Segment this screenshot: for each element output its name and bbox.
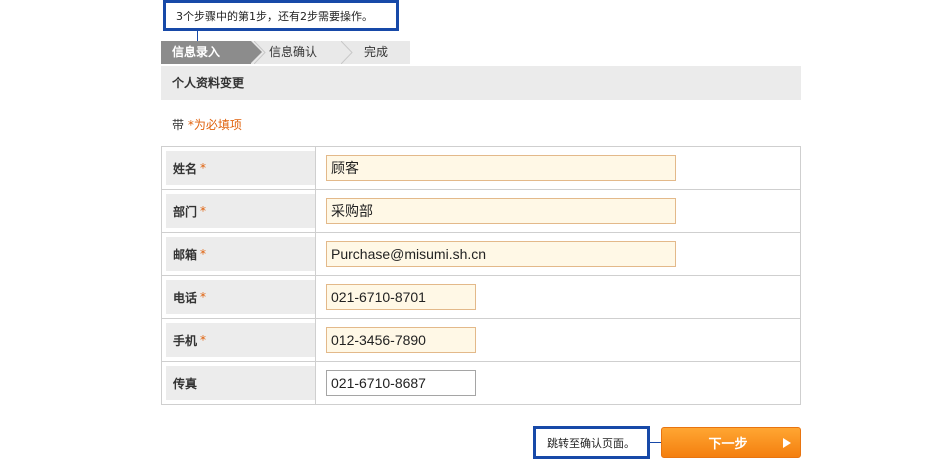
required-note-prefix: 带 (172, 118, 188, 132)
required-star: * (200, 247, 207, 261)
form-row-fax: 传真 021-6710-8687 (162, 361, 800, 404)
section-title: 个人资料变更 (161, 66, 801, 100)
step-complete: 完成 (364, 45, 389, 59)
required-star: * (200, 333, 207, 347)
form-row-department: 部门 * 采购部 (162, 189, 800, 232)
form-row-name: 姓名 * 顾客 (162, 147, 800, 189)
step-info-entry: 信息录入 (161, 41, 251, 64)
required-note-text: *为必填项 (187, 118, 242, 132)
phone-label: 电话 * (162, 276, 315, 318)
phone-field[interactable]: 021-6710-8701 (326, 284, 476, 310)
email-label: 邮箱 * (162, 233, 315, 275)
department-label: 部门 * (162, 190, 315, 232)
required-star: * (200, 161, 207, 175)
next-step-label: 下一步 (708, 437, 748, 452)
email-field[interactable]: Purchase@misumi.sh.cn (326, 241, 676, 267)
step-progress-callout: 3个步骤中的第1步，还有2步需要操作。 (163, 0, 399, 31)
fax-label: 传真 (162, 362, 315, 404)
step-info-confirm: 信息确认 (269, 45, 318, 59)
name-label: 姓名 * (162, 147, 315, 189)
next-step-callout: 跳转至确认页面。 (533, 426, 650, 459)
profile-form-table: 姓名 * 顾客 部门 * 采购部 邮箱 * Purchase@misumi.sh.cn… (161, 146, 801, 405)
form-row-mobile: 手机 * 012-3456-7890 (162, 318, 800, 361)
required-star: * (200, 290, 207, 304)
form-row-email: 邮箱 * Purchase@misumi.sh.cn (162, 232, 800, 275)
mobile-field[interactable]: 012-3456-7890 (326, 327, 476, 353)
next-step-button[interactable]: 下一步 (661, 427, 801, 458)
step-progress-bar: 信息录入 信息确认 完成 (161, 41, 410, 64)
fax-field[interactable]: 021-6710-8687 (326, 370, 476, 396)
play-arrow-icon (783, 438, 791, 448)
step-separator-chevron (341, 41, 353, 64)
required-star: * (200, 204, 207, 218)
form-row-phone: 电话 * 021-6710-8701 (162, 275, 800, 318)
step-separator-chevron (254, 41, 266, 64)
required-note: 带 *为必填项 (172, 116, 242, 133)
department-field[interactable]: 采购部 (326, 198, 676, 224)
name-field[interactable]: 顾客 (326, 155, 676, 181)
mobile-label: 手机 * (162, 319, 315, 361)
